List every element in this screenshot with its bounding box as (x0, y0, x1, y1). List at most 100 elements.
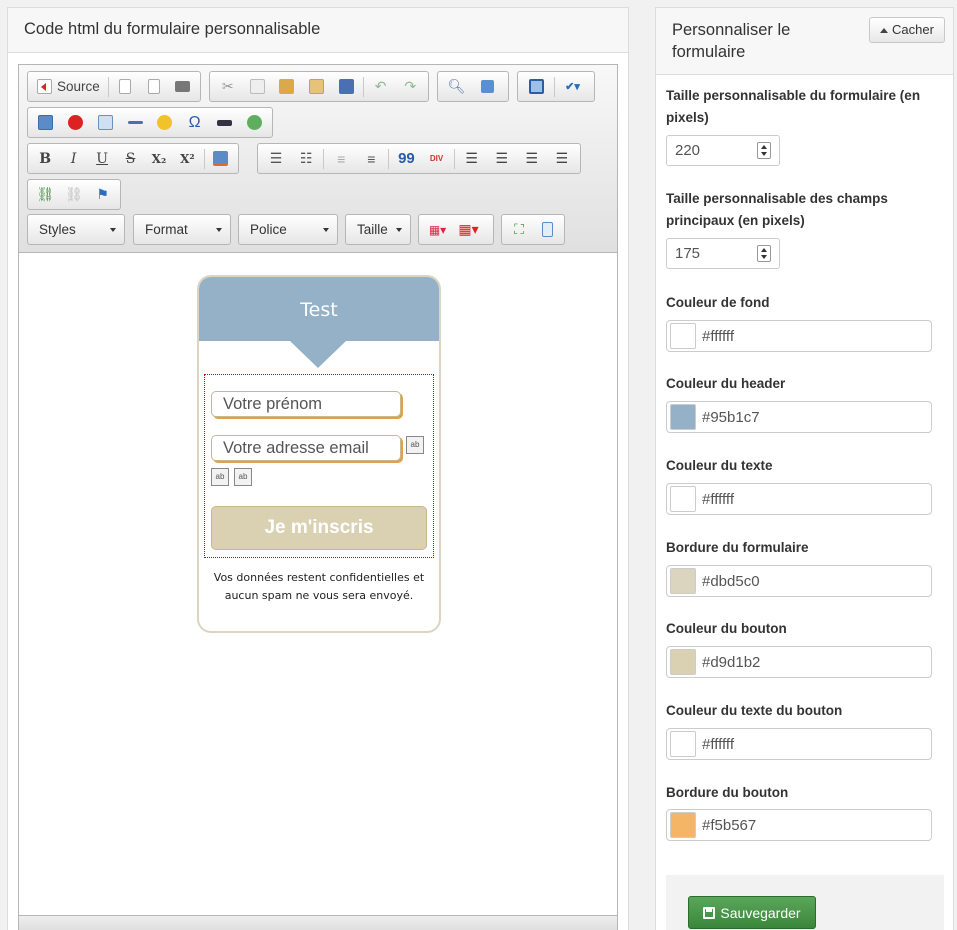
indent-button[interactable]: ≡ (356, 146, 386, 171)
button-text-color-input[interactable]: #ffffff (666, 728, 932, 760)
image-button[interactable] (31, 110, 61, 135)
superscript-button[interactable]: X² (173, 146, 201, 171)
iframe-button[interactable] (239, 110, 269, 135)
new-page-button[interactable] (111, 74, 140, 99)
paste-button[interactable] (272, 74, 302, 99)
hide-button[interactable]: Cacher (869, 17, 945, 43)
italic-button[interactable]: I (59, 146, 87, 171)
flash-button[interactable] (61, 110, 91, 135)
save-button[interactable]: Sauvegarder (688, 896, 816, 929)
hidden-field-icon[interactable]: ab (234, 468, 252, 486)
bulleted-list-button[interactable]: ☷ (291, 146, 321, 171)
link-button[interactable]: ⛓ (31, 182, 60, 207)
outdent-button[interactable]: ≡ (326, 146, 356, 171)
preview-button[interactable] (139, 74, 168, 99)
view-group: ⛶ (501, 214, 565, 245)
subscribe-button[interactable]: Je m'inscris (211, 506, 427, 550)
blockquote-button[interactable]: 99 (391, 146, 421, 171)
separator (554, 76, 555, 97)
text-color-button[interactable]: ▦▾ (422, 217, 453, 242)
unlink-button[interactable]: ⛓ (60, 182, 89, 207)
editor-resize-bar[interactable] (19, 915, 617, 930)
color-value: #ffffff (702, 327, 734, 345)
copy-icon (249, 79, 265, 94)
firstname-field[interactable]: Votre prénom (211, 391, 401, 417)
justify-button[interactable]: ☰ (547, 146, 577, 171)
fields-width-input[interactable]: 175 (666, 238, 780, 269)
anchor-button[interactable]: ⚑ (88, 182, 117, 207)
table-button[interactable] (91, 110, 121, 135)
size-dropdown[interactable]: Taille (345, 214, 411, 245)
source-button[interactable]: Source (31, 74, 106, 99)
separator (453, 148, 455, 169)
cut-button[interactable]: ✂ (213, 74, 243, 99)
color-label: Bordure du formulaire (666, 540, 809, 555)
subscript-button[interactable]: X₂ (145, 146, 173, 171)
hidden-field-icon[interactable]: ab (406, 436, 424, 454)
color-swatch[interactable] (670, 731, 696, 757)
strike-button[interactable]: S (116, 146, 144, 171)
align-center-button[interactable]: ☰ (487, 146, 517, 171)
spellcheck-button[interactable]: ✔▾ (557, 74, 588, 99)
form-width-input[interactable]: 220 (666, 135, 780, 166)
copy-button[interactable] (243, 74, 273, 99)
text-color-input[interactable]: #ffffff (666, 483, 932, 515)
editor-toolbar: Source ✂ ↶ ↷ 🔍︎ ✔▾ Ω B I U S X₂ X² ☰ ☷ ≡… (19, 65, 617, 253)
replace-button[interactable] (472, 74, 503, 99)
redo-button[interactable]: ↷ (395, 74, 425, 99)
spinner-arrows-icon[interactable] (757, 245, 771, 262)
html-code-panel: Code html du formulaire personnalisable … (7, 7, 629, 930)
caret-up-icon (880, 27, 889, 33)
align-right-button[interactable]: ☰ (517, 146, 547, 171)
form-border-color-input[interactable]: #dbd5c0 (666, 565, 932, 597)
format-dropdown[interactable]: Format (133, 214, 231, 245)
paste-text-button[interactable] (302, 74, 332, 99)
numbered-list-button[interactable]: ☰ (261, 146, 291, 171)
email-field[interactable]: Votre adresse email (211, 435, 401, 461)
color-label: Couleur du texte (666, 458, 773, 473)
form-width-label: Taille personnalisable du formulaire (en… (666, 88, 921, 125)
page-break-button[interactable] (210, 110, 240, 135)
align-left-button[interactable]: ☰ (457, 146, 487, 171)
color-swatch[interactable] (670, 404, 696, 430)
show-blocks-button[interactable] (533, 217, 561, 242)
subscript-icon: X₂ (151, 151, 167, 166)
font-dropdown[interactable]: Police (238, 214, 338, 245)
background-color-input[interactable]: #ffffff (666, 320, 932, 352)
remove-format-button[interactable] (207, 146, 235, 171)
select-all-icon (529, 79, 544, 94)
color-swatch[interactable] (670, 323, 696, 349)
panel-title: Code html du formulaire personnalisable (8, 8, 628, 53)
underline-button[interactable]: U (88, 146, 116, 171)
special-char-button[interactable]: Ω (180, 110, 210, 135)
find-button[interactable]: 🔍︎ (441, 74, 472, 99)
header-color-input[interactable]: #95b1c7 (666, 401, 932, 433)
editor-content-area[interactable]: Test Votre prénom Votre adresse email ab… (19, 253, 617, 915)
styles-dropdown[interactable]: Styles (27, 214, 125, 245)
button-border-color-input[interactable]: #f5b567 (666, 809, 932, 841)
color-swatch[interactable] (670, 568, 696, 594)
horizontal-rule-button[interactable] (120, 110, 150, 135)
color-value: #ffffff (702, 490, 734, 508)
spinner-arrows-icon[interactable] (757, 142, 771, 159)
floppy-disk-icon (703, 906, 716, 919)
color-value: #dbd5c0 (702, 572, 760, 590)
select-all-button[interactable] (521, 74, 552, 99)
hidden-field-icon[interactable]: ab (211, 468, 229, 486)
color-swatch[interactable] (670, 649, 696, 675)
rich-text-editor[interactable]: Source ✂ ↶ ↷ 🔍︎ ✔▾ Ω B I U S X₂ X² ☰ ☷ ≡… (18, 64, 618, 930)
print-button[interactable] (168, 74, 197, 99)
paste-word-button[interactable] (331, 74, 361, 99)
div-container-button[interactable]: DIV (421, 146, 451, 171)
color-swatch[interactable] (670, 812, 696, 838)
styles-label: Styles (39, 222, 76, 237)
maximize-button[interactable]: ⛶ (505, 217, 533, 242)
smiley-button[interactable] (150, 110, 180, 135)
separator (323, 148, 325, 169)
table-insert-button[interactable]: ▦▾ (453, 217, 484, 242)
color-swatch[interactable] (670, 486, 696, 512)
bold-button[interactable]: B (31, 146, 59, 171)
undo-button[interactable]: ↶ (366, 74, 396, 99)
button-color-input[interactable]: #d9d1b2 (666, 646, 932, 678)
separator (107, 76, 109, 97)
